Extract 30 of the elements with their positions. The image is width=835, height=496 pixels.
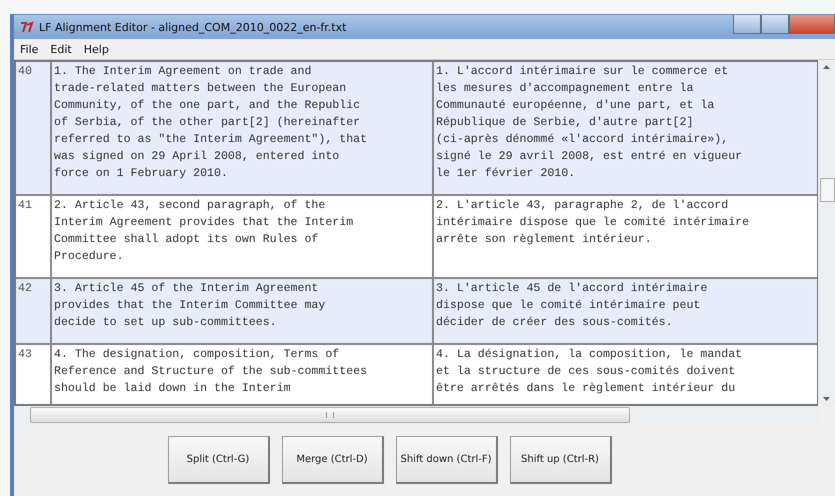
target-cell-text: 4. La désignation, la composition, le mandat et la structure de ces sous-comités doivent être arrêtés dans le règlement intérieur du bbox=[435, 347, 744, 397]
action-button[interactable]: Split (Ctrl-G) bbox=[168, 436, 270, 484]
minimize-button[interactable] bbox=[733, 15, 761, 34]
action-button[interactable]: Shift up (Ctrl-R) bbox=[510, 436, 612, 484]
app-icon bbox=[20, 21, 34, 33]
scroll-down-arrow-icon[interactable] bbox=[823, 397, 830, 401]
table-row[interactable] bbox=[16, 62, 818, 196]
vertical-scrollbar[interactable] bbox=[818, 60, 835, 406]
row-number: 41 bbox=[16, 196, 52, 277]
action-button[interactable]: Merge (Ctrl-D) bbox=[282, 436, 384, 484]
table-row[interactable] bbox=[16, 279, 818, 345]
close-button[interactable] bbox=[789, 15, 835, 34]
maximize-button[interactable] bbox=[761, 15, 789, 34]
scrollbar-thumb[interactable] bbox=[820, 178, 835, 202]
row-number: 40 bbox=[16, 62, 52, 194]
window-title: LF Alignment Editor - aligned_COM_2010_0022_en-fr.txt bbox=[39, 20, 346, 34]
target-cell-text: 2. L'article 43, paragraphe 2, de l'accord intérimaire dispose que le comité intérimaire arrête son règlement intérieur. bbox=[435, 198, 750, 248]
menu-item[interactable]: Edit bbox=[50, 42, 72, 56]
row-number: 42 bbox=[16, 279, 52, 343]
menu-item[interactable]: Help bbox=[84, 42, 109, 56]
scroll-up-arrow-icon[interactable] bbox=[823, 65, 830, 69]
source-cell: 1. The Interim Agreement on trade and trade-related matters between the European Community, of the one part, and the Republic of Serbia, of the other part[2] (hereinafter referred to as "the Interim Agreement"), that was signed on 29 April 2008, entered into force on 1 February 2010. bbox=[52, 62, 434, 194]
horizontal-scrollbar[interactable] bbox=[14, 406, 818, 424]
target-cell-text: 1. L'accord intérimaire sur le commerce et les mesures d'accompagnement entre la Communauté européenne, d'une part, et la République de Serbie, d'autre part[2] (ci-après dénommé «l'accord intérimaire»), signé le 29 avril 2008, est entré en vigueur le 1er février 2010. bbox=[435, 64, 744, 182]
scrollbar-thumb[interactable] bbox=[30, 407, 630, 423]
action-button[interactable]: Shift down (Ctrl-F) bbox=[396, 436, 498, 484]
source-cell: 3. Article 45 of the Interim Agreement provides that the Interim Committee may decide to set up sub-committees. bbox=[52, 279, 434, 343]
menu-item[interactable]: File bbox=[20, 42, 38, 56]
source-cell: 2. Article 43, second paragraph, of the Interim Agreement provides that the Interim Committee shall adopt its own Rules of Procedure. bbox=[52, 196, 434, 277]
target-cell-text: 3. L'article 45 de l'accord intérimaire dispose que le comité intérimaire peut décider de créer des sous-comités. bbox=[435, 281, 708, 331]
